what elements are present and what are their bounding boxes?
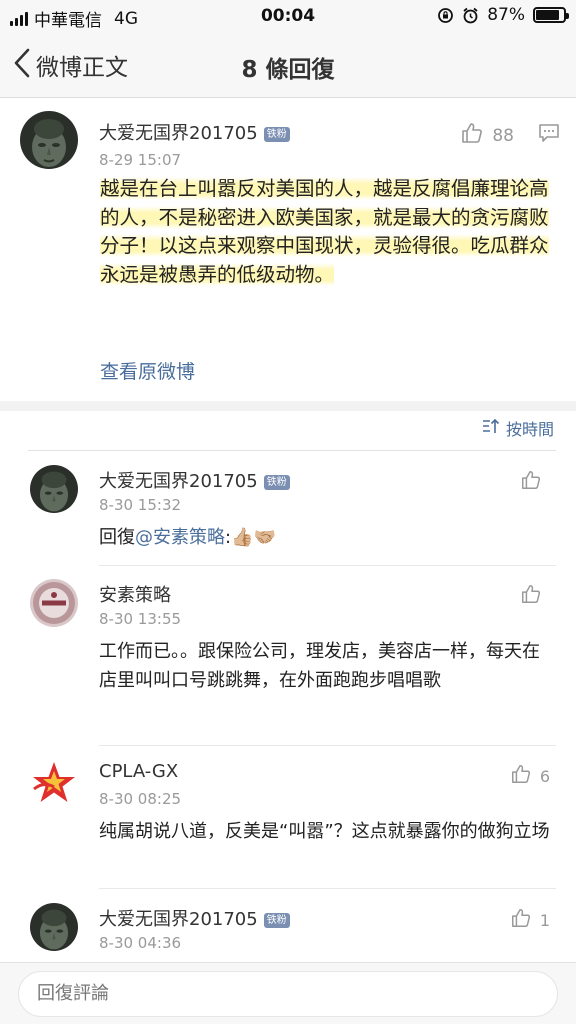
reply-input[interactable]: 回復評論 [18,971,558,1017]
chevron-left-icon [14,48,30,82]
fan-badge: 铁粉 [263,913,290,928]
status-bar: 中華電信 4G 00:04 87% [0,0,576,34]
status-right: 87% [437,5,569,25]
thumbs-up-icon [520,469,542,495]
divider [28,450,556,451]
thumbs-up-icon [520,583,542,609]
avatar[interactable] [30,903,78,951]
post-author-row: 大爱无国界201705 铁粉 [99,119,290,145]
battery-level [536,10,560,20]
avatar[interactable] [30,465,78,513]
orientation-lock-icon [437,7,454,24]
comment-username[interactable]: 大爱无国界201705 [99,909,258,930]
comment-time: 8-30 13:55 [99,610,182,628]
comment-bubble-icon[interactable] [538,123,560,147]
post-username[interactable]: 大爱无国界201705 [99,123,258,144]
avatar[interactable] [30,759,78,807]
thumbs-up-icon [510,763,532,789]
comment-username[interactable]: 大爱无国界201705 [99,471,258,492]
comment-text-suffix: :👍🏼🤝🏼 [225,527,276,548]
comment-time: 8-30 15:32 [99,496,182,514]
sort-label: 按時間 [505,420,554,439]
battery-icon [533,7,569,23]
fan-badge: 铁粉 [263,475,290,490]
post-like-count: 88 [492,125,514,146]
back-button[interactable]: 微博正文 [14,48,128,82]
sort-button[interactable]: 按時間 [482,416,554,440]
fan-badge: 铁粉 [263,127,290,142]
comment-like-button[interactable]: 1 [510,907,550,933]
divider [99,888,556,889]
post-like-button[interactable]: 88 [460,121,514,150]
divider [99,565,556,566]
comment-like-button[interactable]: 6 [510,763,550,789]
post-time: 8-29 15:07 [99,151,182,169]
comment-text: 纯属胡说八道，反美是“叫嚣”？这点就暴露你的做狗立场 [99,821,550,842]
comment-like-count: 6 [539,766,550,786]
comment-author-row: 大爱无国界201705 铁粉 [99,467,290,493]
comment-username[interactable]: 安素策略 [99,585,171,606]
mention-link[interactable]: @安素策略 [135,527,225,548]
comment-text: 工作而已。。跟保险公司，理发店，美容店一样，每天在店里叫叫口号跳跳舞，在外面跑跑… [99,641,540,691]
reply-prefix: 回復 [99,527,135,548]
comment-like-button[interactable] [520,583,550,609]
comment-like-count: 1 [539,910,550,930]
divider [99,745,556,746]
comment-time: 8-30 04:36 [99,934,182,952]
comment-author-row: 安素策略 [99,581,171,607]
post-text-content: 越是在台上叫嚣反对美国的人，越是反腐倡廉理论高的人，不是秘密进入欧美国家，就是最… [100,177,549,286]
post-text: 越是在台上叫嚣反对美国的人，越是反腐倡廉理论高的人，不是秘密进入欧美国家，就是最… [100,175,550,289]
comment-text: 回復@安素策略:👍🏼🤝🏼 [99,523,551,552]
section-gap [0,401,576,411]
reply-bar: 回復評論 [0,962,576,1024]
comment-username[interactable]: CPLA-GX [99,761,178,782]
comment-time: 8-30 08:25 [99,790,182,808]
comment-author-row: 大爱无国界201705 铁粉 [99,905,290,931]
sort-icon [482,418,500,438]
battery-percent: 87% [487,5,525,25]
avatar[interactable] [20,111,78,169]
comment-like-button[interactable] [520,469,550,495]
comment-author-row: CPLA-GX [99,761,178,782]
alarm-icon [462,7,479,24]
avatar[interactable] [30,579,78,627]
thumbs-up-icon [510,907,532,933]
thumbs-up-icon [460,121,484,150]
nav-bar: 微博正文 8 條回復 [0,34,576,98]
back-label: 微博正文 [36,55,128,81]
view-original-link[interactable]: 查看原微博 [100,357,195,384]
main-post: 大爱无国界201705 铁粉 8-29 15:07 88 越是在台上叫嚣反对美国的… [0,99,576,401]
